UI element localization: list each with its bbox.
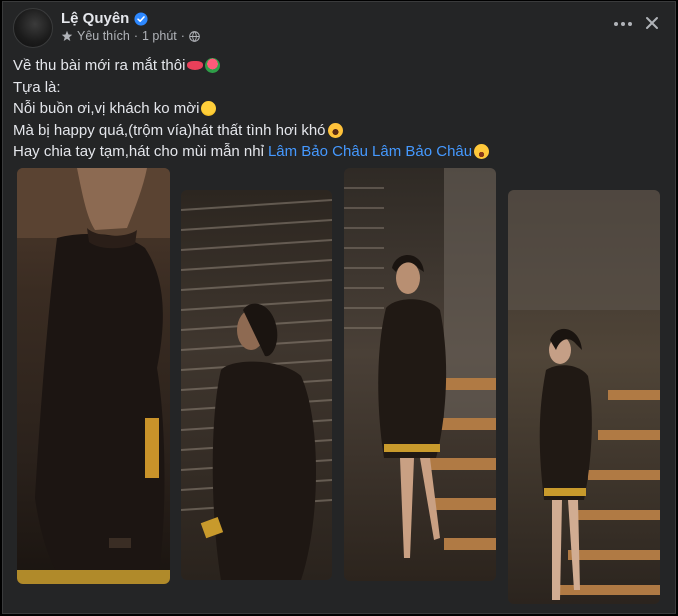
mention-link[interactable]: Lâm Bảo Châu <box>372 141 472 163</box>
mention-link[interactable]: Lâm Bảo Châu <box>268 141 368 163</box>
scream-emoji-icon <box>327 122 343 138</box>
post-line-text: Nỗi buồn ơi,vị khách ko mời <box>13 100 200 117</box>
post-photo[interactable] <box>181 190 332 580</box>
post-line: Hay chia tay tạm,hát cho mùi mẫn nhỉ Lâm… <box>13 141 663 163</box>
post-photo[interactable] <box>17 168 170 584</box>
post-line-text: Về thu bài mới ra mắt thôi <box>13 57 186 74</box>
rose-emoji-icon <box>205 58 221 74</box>
meta-separator: · <box>133 29 138 43</box>
post-photo[interactable] <box>508 190 660 604</box>
post-line-text: Mà bị happy quá,(trộm vía)hát thất tình … <box>13 121 326 139</box>
post-header: Lệ Quyên Yêu thích · 1 phút · <box>13 8 663 48</box>
post-line: Mà bị happy quá,(trộm vía)hát thất tình … <box>13 120 663 142</box>
globe-icon <box>189 30 200 42</box>
post-photo[interactable] <box>344 168 496 581</box>
audience-label[interactable]: Yêu thích <box>77 29 130 43</box>
post-line: Tựa là: <box>13 77 663 99</box>
more-icon[interactable] <box>611 14 635 34</box>
photo-4-illustration <box>508 190 660 600</box>
avatar[interactable] <box>13 8 53 48</box>
photo-2-illustration <box>181 199 332 580</box>
author-name[interactable]: Lệ Quyên <box>61 10 129 27</box>
post-line-text: Hay chia tay tạm,hát cho mùi mẫn nhỉ <box>13 143 264 160</box>
post-line: Nỗi buồn ơi,vị khách ko mời <box>13 98 663 120</box>
meta-separator: · <box>180 29 185 43</box>
post-card: Lệ Quyên Yêu thích · 1 phút · Về thu bài… <box>2 1 676 614</box>
verified-badge-icon <box>134 11 148 26</box>
author-row: Lệ Quyên <box>61 10 148 27</box>
photo-3-illustration <box>344 168 496 558</box>
sunglasses-emoji-icon <box>201 101 217 117</box>
post-time[interactable]: 1 phút <box>142 29 177 43</box>
post-line: Về thu bài mới ra mắt thôi <box>13 55 663 77</box>
post-meta: Yêu thích · 1 phút · <box>61 29 200 43</box>
post-line-text: Tựa là: <box>13 78 61 96</box>
photo-1-illustration <box>17 168 170 584</box>
star-eyes-emoji-icon <box>474 144 490 160</box>
close-icon[interactable] <box>641 12 663 34</box>
star-icon <box>61 30 73 41</box>
post-text: Về thu bài mới ra mắt thôi Tựa là: Nỗi b… <box>13 55 663 163</box>
lips-emoji-icon <box>187 61 204 71</box>
